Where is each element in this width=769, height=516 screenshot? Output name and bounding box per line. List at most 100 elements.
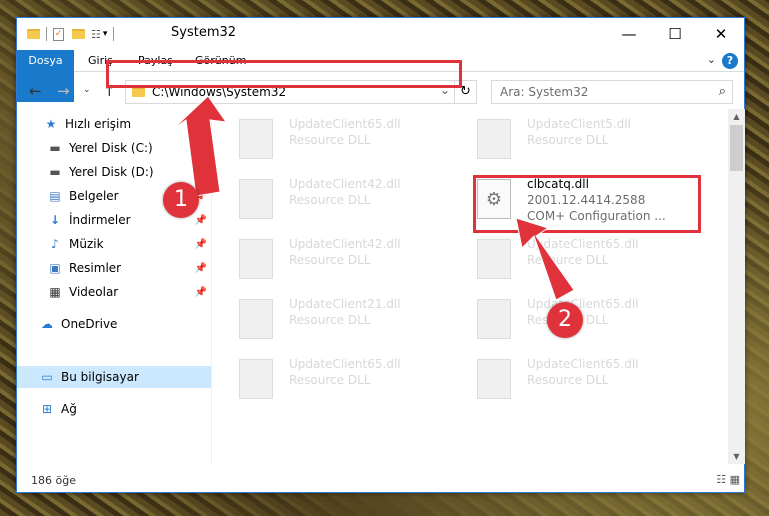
sidebar-item-pictures[interactable]: ▣ Resimler 📌 (17, 257, 211, 279)
pin-icon: 📌 (194, 238, 207, 250)
dll-file-icon (477, 119, 511, 159)
recent-locations-icon[interactable]: ⌄ (83, 85, 91, 95)
music-icon: ♪ (51, 237, 59, 251)
forward-button[interactable]: → (57, 82, 70, 100)
back-button[interactable]: ← (29, 82, 42, 100)
list-item[interactable]: UpdateClient65.dll Resource DLL (471, 293, 701, 345)
dll-file-icon (477, 359, 511, 399)
file-description: Resource DLL (527, 373, 609, 387)
drive-icon: ▬ (49, 141, 61, 155)
dll-file-icon (477, 299, 511, 339)
file-name: UpdateClient42.dll (289, 237, 401, 251)
scroll-up-icon[interactable]: ▲ (728, 112, 745, 121)
maximize-button[interactable]: ☐ (652, 18, 698, 50)
videos-icon: ▦ (49, 285, 61, 299)
window-title: System32 (171, 25, 237, 40)
sidebar-item-this-pc[interactable]: ▭ Bu bilgisayar (17, 366, 211, 388)
scroll-thumb[interactable] (730, 125, 743, 171)
chevron-down-icon[interactable]: ▾ (103, 29, 108, 39)
list-item[interactable]: UpdateClient65.dll Resource DLL (233, 113, 463, 165)
network-icon: ⊞ (41, 402, 53, 416)
view-toggle-icons[interactable]: ☷ ▦ (716, 473, 740, 486)
sidebar-item-label: Resimler (69, 261, 122, 275)
list-item[interactable]: UpdateClient42.dll Resource DLL (233, 173, 463, 225)
file-description: Resource DLL (527, 133, 609, 147)
file-description: Resource DLL (289, 253, 371, 267)
file-highlight-box (473, 175, 701, 233)
file-name: UpdateClient65.dll (527, 297, 639, 311)
sidebar-item-label: Yerel Disk (D:) (69, 165, 154, 179)
cloud-icon: ☁ (41, 317, 53, 331)
sidebar-item-drive-c[interactable]: ▬ Yerel Disk (C:) 📌 (17, 137, 211, 159)
sidebar-item-label: OneDrive (61, 317, 118, 331)
star-icon: ★ (45, 117, 57, 131)
dll-file-icon (239, 299, 273, 339)
divider (113, 27, 115, 41)
documents-icon: ▤ (49, 189, 61, 203)
file-name: UpdateClient21.dll (289, 297, 401, 311)
file-name: UpdateClient65.dll (527, 357, 639, 371)
search-input[interactable]: Ara: System32 ⌕ (491, 80, 733, 104)
sidebar-item-label: Hızlı erişim (65, 117, 132, 131)
sidebar-item-drive-d[interactable]: ▬ Yerel Disk (D:) 📌 (17, 161, 211, 183)
sidebar-item-label: Videolar (69, 285, 119, 299)
folder-icon (27, 29, 40, 39)
file-name: UpdateClient5.dll (527, 117, 631, 131)
search-placeholder: Ara: System32 (500, 85, 589, 99)
status-bar: 186 öğe ☷ ▦ (17, 464, 744, 494)
file-name: UpdateClient65.dll (289, 117, 401, 131)
pin-icon: 📌 (194, 166, 207, 178)
sidebar-item-videos[interactable]: ▦ Videolar 📌 (17, 281, 211, 303)
help-icon[interactable]: ? (722, 53, 738, 69)
file-description: Resource DLL (289, 193, 371, 207)
list-item[interactable]: UpdateClient21.dll Resource DLL (233, 293, 463, 345)
sidebar-item-quick-access[interactable]: ★ Hızlı erişim (17, 113, 211, 135)
expand-ribbon-icon[interactable]: ⌄ (707, 53, 716, 66)
step-badge-1: 1 (163, 182, 199, 218)
file-description: Resource DLL (289, 373, 371, 387)
list-item[interactable]: UpdateClient5.dll Resource DLL (471, 113, 701, 165)
sidebar-item-network[interactable]: ⊞ Ağ (17, 398, 211, 420)
dll-file-icon (239, 359, 273, 399)
new-folder-icon[interactable] (72, 29, 85, 39)
scroll-down-icon[interactable]: ▼ (728, 452, 745, 461)
sidebar-item-onedrive[interactable]: ☁ OneDrive (17, 313, 211, 335)
vertical-scrollbar[interactable]: ▲ ▼ (728, 109, 745, 464)
sidebar-item-label: Bu bilgisayar (61, 370, 139, 384)
item-count: 186 öğe (31, 474, 76, 487)
explorer-window: ✓ ☷ ▾ System32 — ☐ ✕ Dosya Giriş Paylaş … (16, 17, 745, 493)
list-item[interactable]: UpdateClient42.dll Resource DLL (233, 233, 463, 285)
navigation-pane: ★ Hızlı erişim ▬ Yerel Disk (C:) 📌 ▬ Yer… (17, 109, 211, 464)
sidebar-item-music[interactable]: ♪ Müzik 📌 (17, 233, 211, 255)
dll-file-icon (477, 239, 511, 279)
dll-file-icon (239, 179, 273, 219)
file-name: UpdateClient65.dll (527, 237, 639, 251)
view-options-icon[interactable]: ☷ (91, 28, 101, 41)
list-item[interactable]: UpdateClient65.dll Resource DLL (471, 233, 701, 285)
sidebar-item-label: Ağ (61, 402, 77, 416)
pin-icon: 📌 (194, 286, 207, 298)
title-bar: ✓ ☷ ▾ System32 — ☐ ✕ (17, 18, 744, 50)
file-name: UpdateClient42.dll (289, 177, 401, 191)
dll-file-icon (239, 119, 273, 159)
pane-divider (211, 109, 212, 464)
computer-icon: ▭ (41, 370, 53, 384)
download-icon: ↓ (49, 213, 61, 227)
sidebar-item-label: Belgeler (69, 189, 119, 203)
pin-icon: 📌 (194, 142, 207, 154)
dll-file-icon (239, 239, 273, 279)
pictures-icon: ▣ (49, 261, 61, 275)
address-highlight-box (106, 60, 462, 88)
close-button[interactable]: ✕ (698, 18, 744, 50)
folder-icon (132, 87, 145, 97)
file-description: Resource DLL (527, 253, 609, 267)
list-item[interactable]: UpdateClient65.dll Resource DLL (233, 353, 463, 405)
drive-icon: ▬ (49, 165, 61, 179)
search-icon[interactable]: ⌕ (719, 84, 726, 99)
sidebar-item-label: Yerel Disk (C:) (69, 141, 153, 155)
minimize-button[interactable]: — (606, 18, 652, 50)
step-badge-2: 2 (547, 302, 583, 338)
properties-icon[interactable]: ✓ (53, 27, 64, 41)
list-item[interactable]: UpdateClient65.dll Resource DLL (471, 353, 701, 405)
file-list: UpdateClient65.dll Resource DLL UpdateCl… (223, 109, 728, 464)
